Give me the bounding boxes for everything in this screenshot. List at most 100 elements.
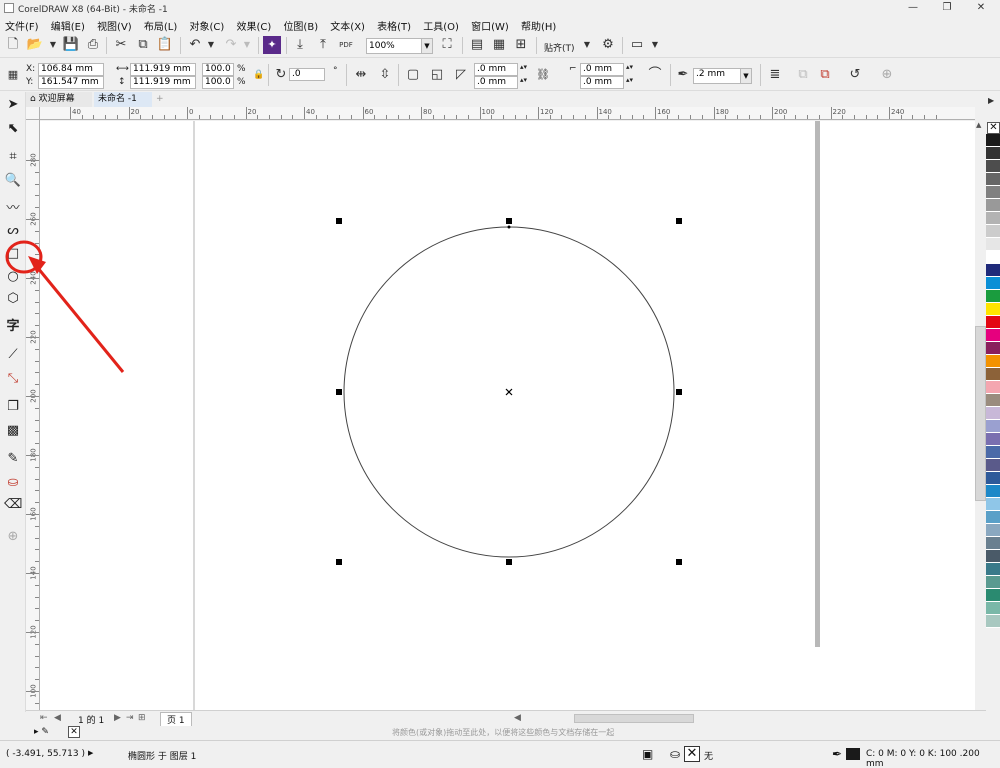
- smart-fill-tool-icon[interactable]: ⌫: [4, 496, 22, 514]
- color-swatch[interactable]: [986, 407, 1000, 420]
- no-color-icon[interactable]: ✕: [68, 726, 80, 738]
- color-swatch[interactable]: [986, 173, 1000, 186]
- menu-text[interactable]: 文本(X): [325, 16, 369, 33]
- color-swatch[interactable]: [986, 238, 1000, 251]
- show-rulers-icon[interactable]: ▤: [468, 36, 486, 54]
- edit-corners-together-icon[interactable]: ⛓: [534, 66, 552, 84]
- polygon-tool-icon[interactable]: ⬡: [4, 290, 22, 308]
- search-content-icon[interactable]: ✦: [263, 36, 281, 54]
- color-swatch[interactable]: [986, 355, 1000, 368]
- color-swatch[interactable]: [986, 420, 1000, 433]
- show-guidelines-icon[interactable]: ⊞: [512, 36, 530, 54]
- menu-window[interactable]: 窗口(W): [466, 16, 513, 33]
- no-fill-icon[interactable]: ✕: [684, 746, 700, 762]
- menu-effects[interactable]: 效果(C): [231, 16, 275, 33]
- snap-to-menu[interactable]: 贴齐(T): [544, 41, 575, 54]
- selection-handle[interactable]: [336, 218, 342, 224]
- menu-file[interactable]: 文件(F): [0, 16, 43, 33]
- color-swatch[interactable]: [986, 589, 1000, 602]
- crop-tool-icon[interactable]: ⌗: [4, 148, 22, 166]
- object-origin-icon[interactable]: ▦: [4, 66, 22, 84]
- menu-object[interactable]: 对象(C): [184, 16, 228, 33]
- redo-dropdown-icon[interactable]: ▼: [238, 36, 256, 54]
- corner-radius-top-left[interactable]: .0 mm: [474, 63, 518, 76]
- freehand-tool-icon[interactable]: 〰: [4, 200, 22, 218]
- snap-dropdown-icon[interactable]: ▼: [578, 36, 596, 54]
- color-swatch[interactable]: [986, 394, 1000, 407]
- menu-table[interactable]: 表格(T): [372, 16, 415, 33]
- selection-handle[interactable]: [506, 218, 512, 224]
- palette-scroll-right-icon[interactable]: ▶: [988, 96, 998, 110]
- wrap-text-icon[interactable]: ≣: [766, 66, 784, 84]
- hscroll-left-icon[interactable]: ◀: [514, 713, 521, 723]
- color-swatch[interactable]: [986, 134, 1000, 147]
- import-icon[interactable]: ⤓: [291, 36, 309, 54]
- connector-tool-icon[interactable]: ⤡: [4, 370, 22, 388]
- application-launcher-icon[interactable]: ▭: [628, 36, 646, 54]
- color-swatch[interactable]: [986, 225, 1000, 238]
- transparency-tool-icon[interactable]: ▩: [4, 422, 22, 440]
- parallel-dimension-tool-icon[interactable]: ⟋: [4, 346, 22, 364]
- to-front-icon[interactable]: ⧉: [794, 66, 812, 84]
- status-expand-icon[interactable]: ▶: [88, 749, 93, 757]
- color-swatch[interactable]: [986, 212, 1000, 225]
- scrollbar-thumb[interactable]: [975, 326, 986, 501]
- relative-corner-scaling-icon[interactable]: ⌒: [646, 66, 664, 84]
- options-gear-icon[interactable]: ⚙: [599, 36, 617, 54]
- menu-help[interactable]: 帮助(H): [516, 16, 560, 33]
- spin-icon[interactable]: ▴▾: [626, 63, 633, 71]
- convert-to-curves-icon[interactable]: ↺: [846, 66, 864, 84]
- print-icon[interactable]: ⎙: [84, 36, 102, 54]
- minimize-button[interactable]: —: [902, 1, 924, 15]
- new-document-icon[interactable]: 🗋: [4, 36, 22, 54]
- shape-tool-icon[interactable]: ⬉: [4, 120, 22, 138]
- add-tool-icon[interactable]: ⊕: [4, 528, 22, 546]
- menu-layout[interactable]: 布局(L): [139, 16, 181, 33]
- page-tab[interactable]: 页 1: [160, 712, 192, 727]
- menu-edit[interactable]: 编辑(E): [46, 16, 89, 33]
- menu-view[interactable]: 视图(V): [92, 16, 136, 33]
- color-swatch[interactable]: [986, 160, 1000, 173]
- next-page-icon[interactable]: ▶: [114, 713, 121, 723]
- color-swatch[interactable]: [986, 147, 1000, 160]
- color-swatch[interactable]: [986, 446, 1000, 459]
- new-tab-button[interactable]: +: [154, 92, 168, 107]
- outline-color-swatch[interactable]: [846, 748, 860, 760]
- rotation-field[interactable]: .0: [289, 68, 325, 81]
- x-position-field[interactable]: 106.84 mm: [38, 63, 104, 76]
- color-swatch[interactable]: [986, 524, 1000, 537]
- color-swatch[interactable]: [986, 264, 1000, 277]
- zoom-dropdown-icon[interactable]: ▼: [421, 38, 433, 54]
- interactive-fill-tool-icon[interactable]: ⛀: [4, 474, 22, 492]
- y-position-field[interactable]: 161.547 mm: [38, 76, 104, 89]
- selection-handle[interactable]: [676, 559, 682, 565]
- maximize-button[interactable]: ❐: [936, 1, 958, 15]
- drop-shadow-tool-icon[interactable]: ❐: [4, 398, 22, 416]
- tab-untitled-document[interactable]: 未命名 -1: [94, 92, 152, 107]
- scale-width-field[interactable]: 100.0: [202, 63, 234, 76]
- drawing-canvas[interactable]: [40, 121, 975, 710]
- menu-tools[interactable]: 工具(O): [418, 16, 463, 33]
- color-swatch[interactable]: [986, 472, 1000, 485]
- text-tool-icon[interactable]: 字: [4, 318, 22, 336]
- color-swatch[interactable]: [986, 563, 1000, 576]
- zoom-tool-icon[interactable]: 🔍: [4, 172, 22, 190]
- add-icon[interactable]: ⊕: [878, 66, 896, 84]
- first-page-icon[interactable]: ⇤: [40, 713, 48, 723]
- color-swatch[interactable]: [986, 199, 1000, 212]
- to-back-icon[interactable]: ⧉: [816, 66, 834, 84]
- outline-width-field[interactable]: .2 mm: [693, 68, 741, 84]
- color-swatch[interactable]: [986, 615, 1000, 628]
- copy-icon[interactable]: ⧉: [134, 36, 152, 54]
- publish-pdf-icon[interactable]: PDF: [337, 36, 355, 54]
- launcher-dropdown-icon[interactable]: ▼: [646, 36, 664, 54]
- color-swatch[interactable]: [986, 290, 1000, 303]
- color-swatch[interactable]: [986, 433, 1000, 446]
- color-swatch[interactable]: [986, 329, 1000, 342]
- selection-handle[interactable]: [676, 389, 682, 395]
- document-color-settings-icon[interactable]: ▣: [642, 747, 653, 761]
- ruler-origin[interactable]: [26, 107, 40, 120]
- tab-welcome-screen[interactable]: ⌂ 欢迎屏幕: [26, 92, 92, 107]
- round-corner-icon[interactable]: ▢: [404, 66, 422, 84]
- color-swatch[interactable]: [986, 368, 1000, 381]
